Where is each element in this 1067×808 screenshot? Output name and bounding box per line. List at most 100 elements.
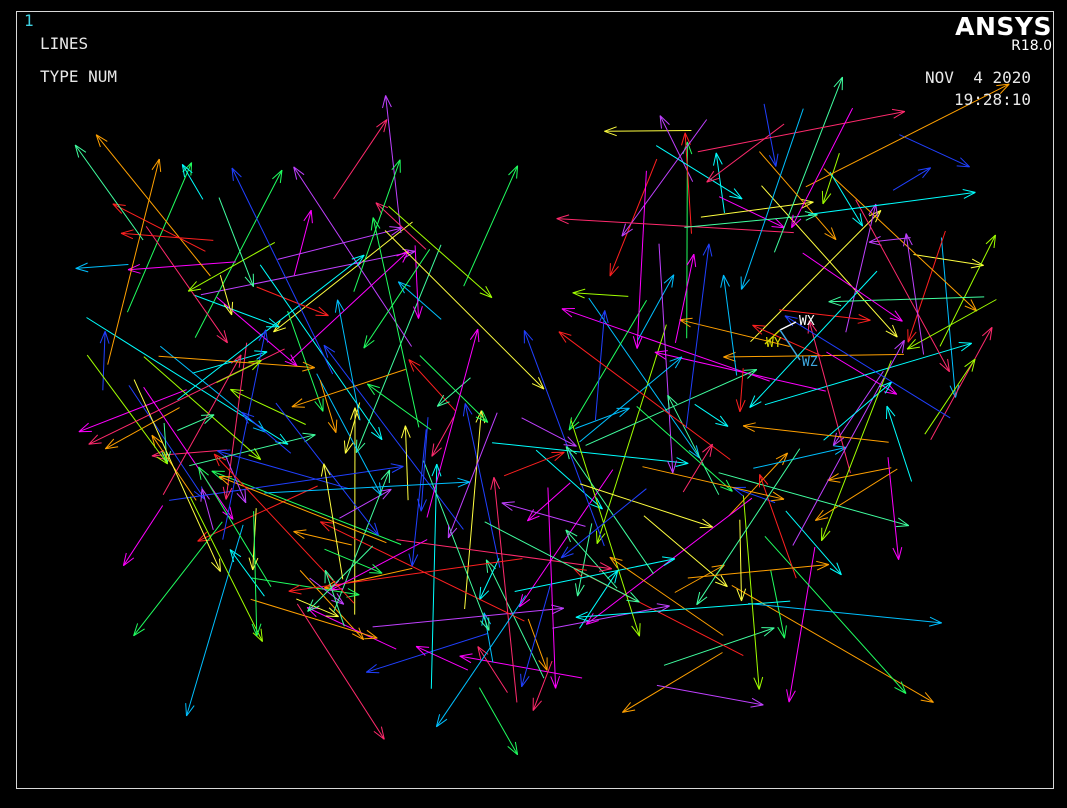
line-direction-arrow [632, 170, 647, 349]
line-direction-arrow [636, 274, 675, 342]
line-direction-arrow [761, 185, 898, 338]
line-direction-arrow [189, 496, 263, 642]
line-direction-arrow [490, 476, 518, 703]
line-direction-arrow [713, 152, 725, 213]
line-direction-arrow [86, 354, 169, 465]
line-direction-arrow [291, 368, 406, 408]
line-direction-arrow [478, 687, 519, 756]
plot-subtitle: TYPE NUM [40, 67, 118, 86]
line-direction-arrow [764, 342, 972, 406]
line-direction-arrow [365, 632, 489, 674]
line-direction-arrow [740, 108, 804, 290]
line-direction-arrow [277, 226, 403, 260]
line-direction-arrow [514, 556, 676, 592]
line-direction-arrow [419, 355, 489, 423]
line-direction-arrow [565, 446, 654, 575]
line-direction-arrow [827, 467, 892, 483]
line-direction-arrow [763, 103, 779, 167]
ansys-logo: ANSYS [955, 12, 1052, 41]
plot-date: NOV 4 2020 [925, 68, 1031, 87]
line-direction-arrow [193, 294, 280, 328]
line-direction-arrow [674, 564, 725, 593]
line-direction-arrow [622, 652, 723, 713]
line-direction-arrow [431, 416, 455, 457]
line-direction-arrow [552, 603, 670, 629]
line-direction-arrow [924, 358, 976, 435]
line-direction-arrow [759, 474, 797, 579]
line-direction-arrow [492, 442, 689, 467]
line-direction-arrow [906, 299, 997, 350]
line-direction-arrow [436, 377, 471, 407]
version-label: R18.0 [1011, 38, 1052, 54]
line-direction-arrow [426, 328, 480, 518]
line-direction-arrow [384, 230, 545, 390]
line-direction-arrow [324, 569, 345, 627]
plot-time: 19:28:10 [953, 90, 1031, 109]
line-direction-arrow [814, 468, 898, 521]
line-direction-arrow [687, 560, 830, 579]
line-direction-arrow [477, 646, 508, 693]
line-direction-arrow [185, 524, 244, 717]
line-direction-arrow [363, 249, 431, 349]
window-number: 1 [24, 11, 34, 30]
line-direction-arrow [556, 214, 794, 234]
line-direction-arrow [575, 523, 593, 597]
line-direction-arrow [293, 529, 352, 546]
line-direction-arrow [694, 403, 729, 427]
triad-x-label: WX [799, 314, 815, 329]
line-direction-arrow [372, 604, 565, 628]
line-direction-arrow [104, 407, 180, 450]
line-direction-arrow [192, 350, 268, 374]
line-direction-arrow [177, 414, 215, 431]
line-direction-arrow [823, 168, 978, 312]
line-direction-arrow [621, 119, 708, 237]
line-direction-arrow [706, 123, 785, 183]
triad-y-label: WY [766, 336, 782, 351]
line-direction-arrow [375, 202, 427, 250]
line-direction-arrow [594, 310, 609, 421]
line-direction-arrow [218, 197, 254, 288]
triad-z-label: WZ [802, 355, 818, 370]
line-direction-arrow [415, 645, 469, 671]
line-direction-arrow [264, 477, 470, 494]
line-direction-arrow [339, 488, 392, 519]
line-direction-arrow [779, 309, 871, 324]
line-direction-arrow [570, 419, 641, 637]
line-direction-arrow [289, 250, 410, 362]
line-direction-arrow [748, 603, 942, 627]
line-direction-arrow [658, 243, 677, 474]
line-direction-arrow [229, 549, 265, 597]
line-direction-arrow [169, 463, 404, 501]
line-plot-canvas[interactable] [0, 0, 1067, 808]
line-direction-arrow [579, 483, 714, 529]
line-direction-arrow [575, 407, 630, 429]
line-direction-arrow [930, 326, 993, 441]
plot-title: LINES [40, 34, 89, 53]
line-direction-arrow [324, 548, 383, 574]
line-direction-arrow [913, 254, 984, 269]
line-direction-arrow [464, 410, 486, 610]
line-direction-arrow [127, 261, 236, 274]
line-direction-arrow [718, 472, 910, 528]
line-direction-arrow [107, 158, 162, 365]
line-direction-arrow [663, 627, 775, 666]
line-direction-arrow [200, 248, 416, 296]
line-direction-arrow [408, 429, 427, 567]
line-direction-arrow [899, 134, 970, 168]
line-direction-arrow [808, 189, 976, 215]
line-direction-arrow [413, 245, 423, 319]
line-direction-arrow [306, 607, 397, 650]
line-direction-arrow [886, 405, 913, 482]
line-direction-arrow [609, 158, 658, 277]
line-direction-arrow [181, 164, 204, 200]
line-direction-arrow [829, 171, 864, 227]
line-direction-arrow [75, 262, 129, 273]
line-direction-arrow [742, 422, 889, 443]
line-direction-arrow [95, 134, 211, 277]
line-direction-arrow [655, 145, 743, 200]
line-direction-arrow [293, 166, 413, 347]
line-direction-arrow [674, 253, 697, 344]
line-direction-arrow [855, 199, 950, 373]
line-direction-arrow [501, 501, 586, 527]
line-direction-arrow [821, 153, 840, 205]
